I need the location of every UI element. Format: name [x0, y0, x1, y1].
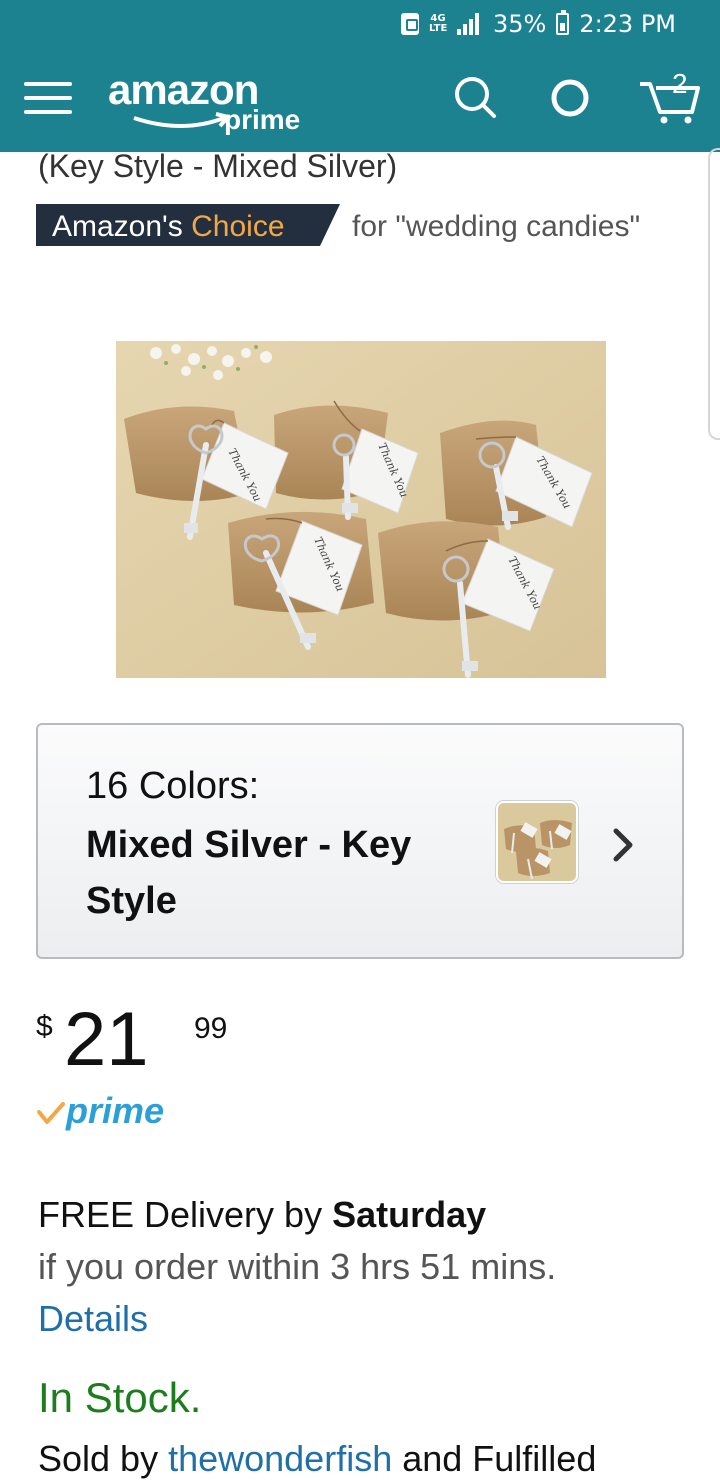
choice-keyword: for "wedding candies" [352, 210, 641, 243]
alexa-ring-icon [551, 79, 589, 117]
side-scroll-handle [708, 148, 720, 440]
prime-badge: prime [36, 1090, 196, 1134]
delivery-details-link[interactable]: Details [38, 1298, 148, 1340]
color-variant-selector[interactable]: 16 Colors: Mixed Silver - Key Style [36, 723, 684, 959]
badge-highlight: Choice [191, 210, 285, 243]
cart-icon [640, 82, 700, 124]
delivery-line: FREE Delivery by Saturday [38, 1194, 486, 1236]
product-image[interactable]: Thank You Thank You Thank You Thank You … [116, 341, 606, 678]
sold-by-prefix: Sold by [38, 1438, 169, 1479]
product-variant-subtitle: (Key Style - Mixed Silver) [38, 148, 398, 184]
logo-prime: prime [224, 104, 301, 135]
lte-icon: 4G LTE [428, 13, 448, 34]
variant-thumbnail [496, 801, 578, 883]
search-button[interactable] [450, 72, 502, 124]
sim-icon [400, 13, 419, 35]
badge-prefix: Amazon's [52, 210, 192, 243]
prime-check-icon [37, 1102, 65, 1124]
hamburger-line [24, 110, 72, 114]
sold-by-suffix: and Fulfilled [392, 1438, 597, 1479]
hamburger-line [24, 96, 72, 100]
cart-button[interactable]: 2 [638, 68, 700, 124]
badge-label: Amazon's Choice [52, 210, 285, 244]
battery-percent: 35% [492, 10, 547, 38]
delivery-prefix: FREE Delivery by [38, 1194, 333, 1235]
app-header: amazon prime 2 [0, 48, 720, 152]
smile-arrow-icon [133, 112, 232, 128]
search-icon [455, 77, 496, 118]
price-fraction: 99 [194, 1012, 228, 1045]
product-photo: Thank You Thank You Thank You Thank You … [116, 341, 606, 678]
delivery-window: if you order within 3 hrs 51 mins. [38, 1246, 557, 1287]
alexa-button[interactable] [544, 72, 596, 124]
prime-label: prime [66, 1090, 165, 1131]
variant-count-label: 16 Colors: [86, 765, 260, 807]
sold-by-line: Sold by thewonderfish and Fulfilled [38, 1438, 596, 1480]
battery-icon [556, 10, 570, 35]
variant-selected-value: Mixed Silver - Key Style [86, 824, 412, 922]
clock: 2:23 PM [579, 10, 676, 38]
hamburger-icon [24, 82, 72, 86]
delivery-day: Saturday [332, 1194, 487, 1235]
price: $ 21 99 [36, 1000, 256, 1080]
status-icons: 4G LTE 35% 2:23 PM [400, 10, 676, 38]
stock-status: In Stock. [38, 1374, 202, 1421]
price-currency: $ [36, 1010, 53, 1043]
variant-thumbnail-image [498, 803, 576, 881]
status-bar: 4G LTE 35% 2:23 PM [0, 0, 720, 48]
amazon-prime-logo[interactable]: amazon prime [108, 66, 318, 138]
amazons-choice-badge[interactable]: Amazon's Choice [36, 204, 340, 246]
seller-link[interactable]: thewonderfish [168, 1438, 392, 1479]
cart-count: 2 [672, 68, 688, 99]
chevron-right-icon [613, 828, 633, 862]
signal-icon [456, 13, 483, 35]
price-whole: 21 [64, 997, 149, 1082]
menu-button[interactable] [24, 78, 72, 118]
